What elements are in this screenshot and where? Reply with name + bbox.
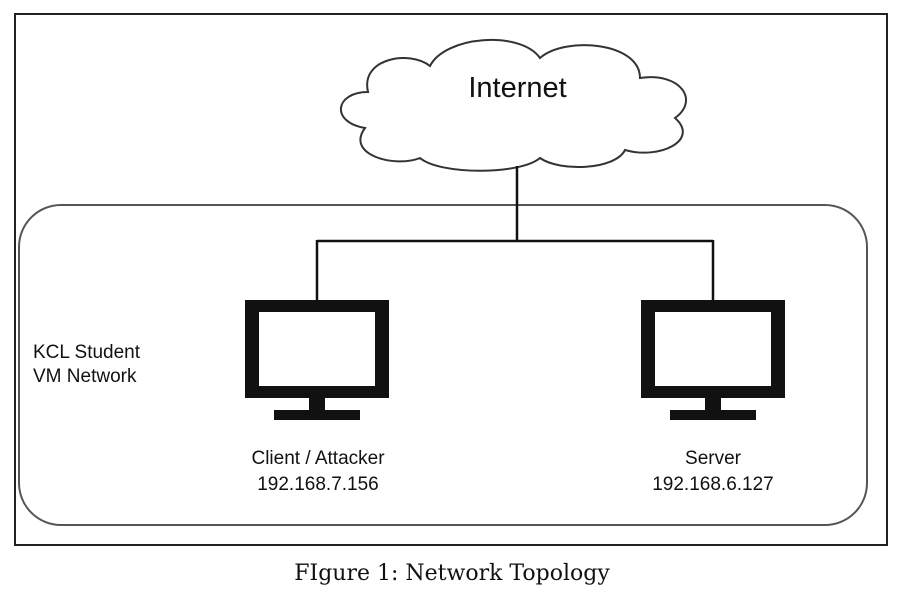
network-label-line1: KCL Student	[33, 342, 141, 363]
server-label: Server 192.168.6.127	[613, 446, 813, 498]
network-label: KCL Student VM Network	[33, 341, 140, 389]
network-label-line2: VM Network	[33, 366, 137, 387]
client-name: Client / Attacker	[251, 448, 385, 469]
internet-label: Internet	[468, 72, 567, 104]
figure-caption: FIgure 1: Network Topology	[294, 561, 610, 586]
internet-cloud-icon	[340, 38, 687, 172]
client-ip: 192.168.7.156	[257, 474, 379, 495]
client-label: Client / Attacker 192.168.7.156	[218, 446, 418, 498]
server-name: Server	[685, 448, 741, 469]
server-ip: 192.168.6.127	[652, 474, 774, 495]
